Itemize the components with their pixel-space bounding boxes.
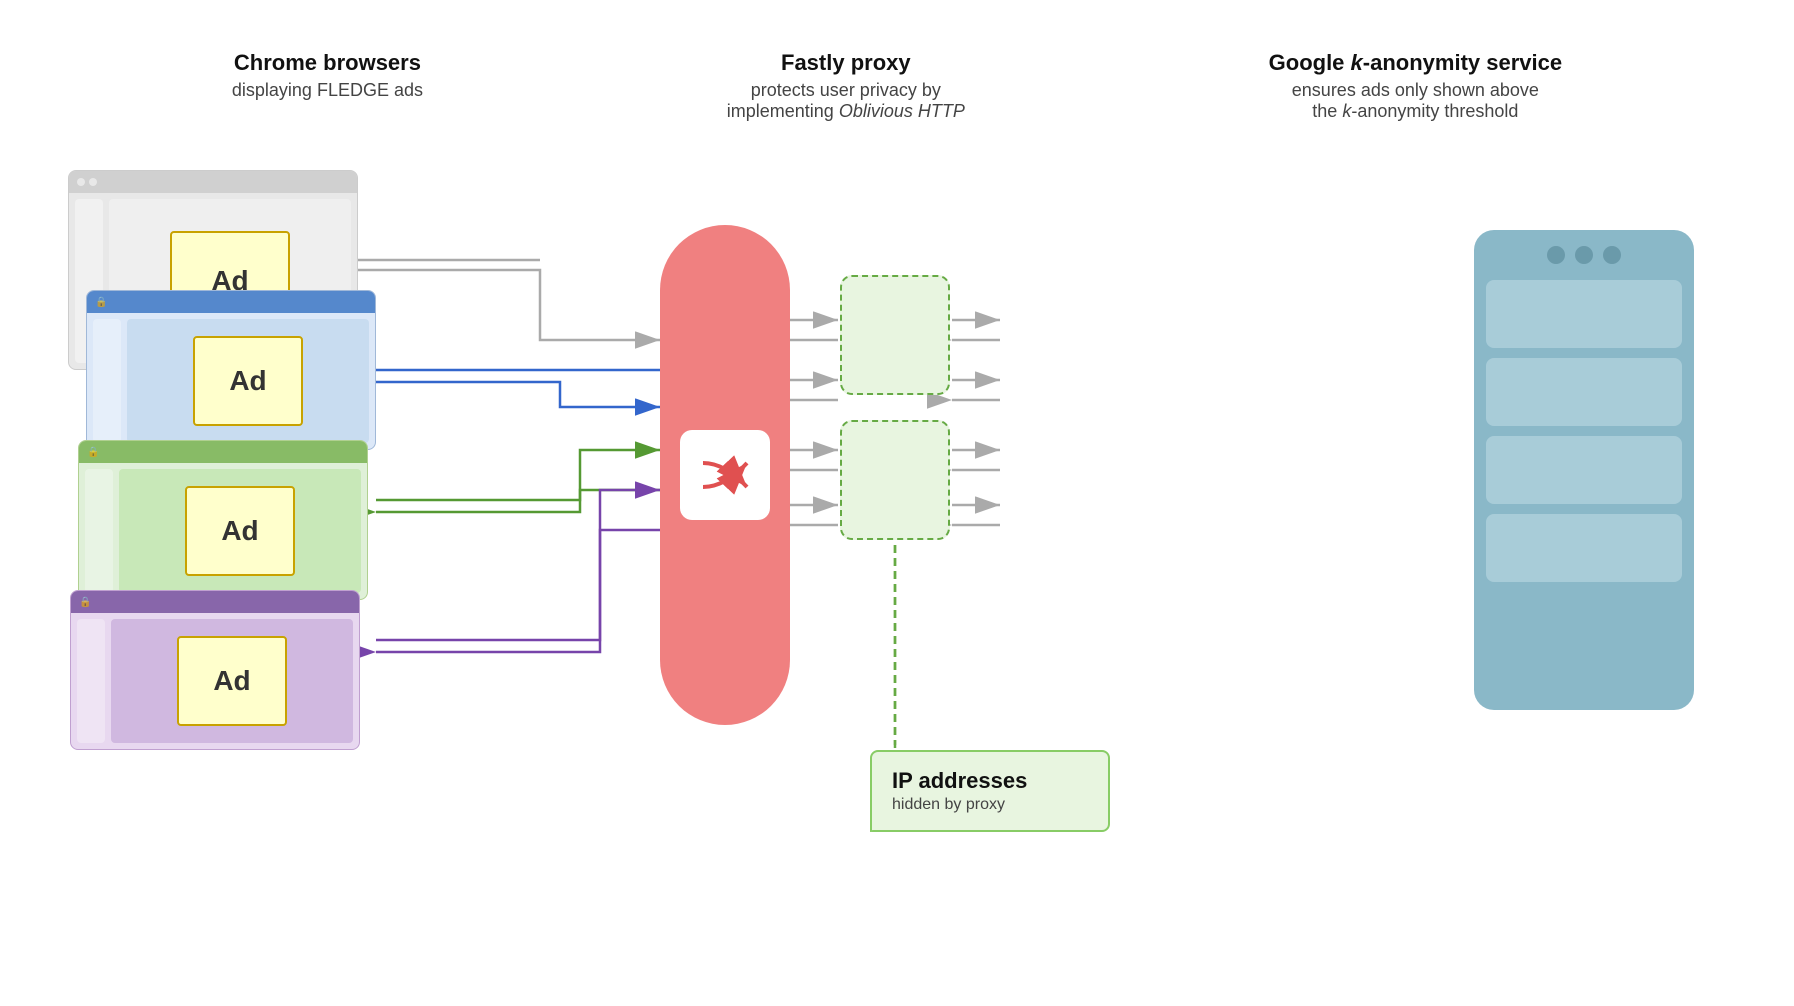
browser-3-titlebar: 🔒: [79, 441, 367, 463]
browser-4-content: Ad: [71, 613, 359, 749]
browser-4: 🔒 Ad: [70, 590, 360, 750]
browser-2-content: Ad: [87, 313, 375, 449]
proxy-box-2: [840, 420, 950, 540]
browser-2-lock: 🔒: [95, 297, 107, 308]
browser-3-lock: 🔒: [87, 447, 99, 458]
browser-2-main: Ad: [127, 319, 369, 443]
kanon-server: [1474, 230, 1694, 710]
server-dot-2: [1575, 246, 1593, 264]
browser-2-ad: Ad: [193, 336, 303, 426]
server-row-3: [1486, 436, 1682, 504]
shuffle-svg: [695, 445, 755, 505]
ip-subtitle: hidden by proxy: [892, 796, 1088, 814]
ip-address-box: IP addresses hidden by proxy: [870, 750, 1110, 832]
server-row-2: [1486, 358, 1682, 426]
server-row-1: [1486, 280, 1682, 348]
browser-4-sidebar: [77, 619, 105, 743]
diagram-container: Chrome browsers displaying FLEDGE ads Fa…: [0, 0, 1794, 1006]
browser-3-content: Ad: [79, 463, 367, 599]
browser-1-titlebar: [69, 171, 357, 193]
server-dots: [1547, 246, 1621, 264]
browser-2: 🔒 Ad: [86, 290, 376, 450]
browser-4-main: Ad: [111, 619, 353, 743]
browser-3-ad: Ad: [185, 486, 295, 576]
proxy-box-1: [840, 275, 950, 395]
browser-3: 🔒 Ad: [78, 440, 368, 600]
browser-4-ad: Ad: [177, 636, 287, 726]
browser-4-titlebar: 🔒: [71, 591, 359, 613]
browser-1-dot2: [89, 178, 97, 186]
server-row-4: [1486, 514, 1682, 582]
browser-1-dot: [77, 178, 85, 186]
proxy-shuffle-icon: [680, 430, 770, 520]
server-dot-3: [1603, 246, 1621, 264]
browser-3-sidebar: [85, 469, 113, 593]
browser-4-lock: 🔒: [79, 597, 91, 608]
server-dot-1: [1547, 246, 1565, 264]
fastly-proxy: [660, 225, 790, 725]
browser-3-main: Ad: [119, 469, 361, 593]
browser-2-titlebar: 🔒: [87, 291, 375, 313]
ip-title: IP addresses: [892, 768, 1088, 794]
browser-2-sidebar: [93, 319, 121, 443]
